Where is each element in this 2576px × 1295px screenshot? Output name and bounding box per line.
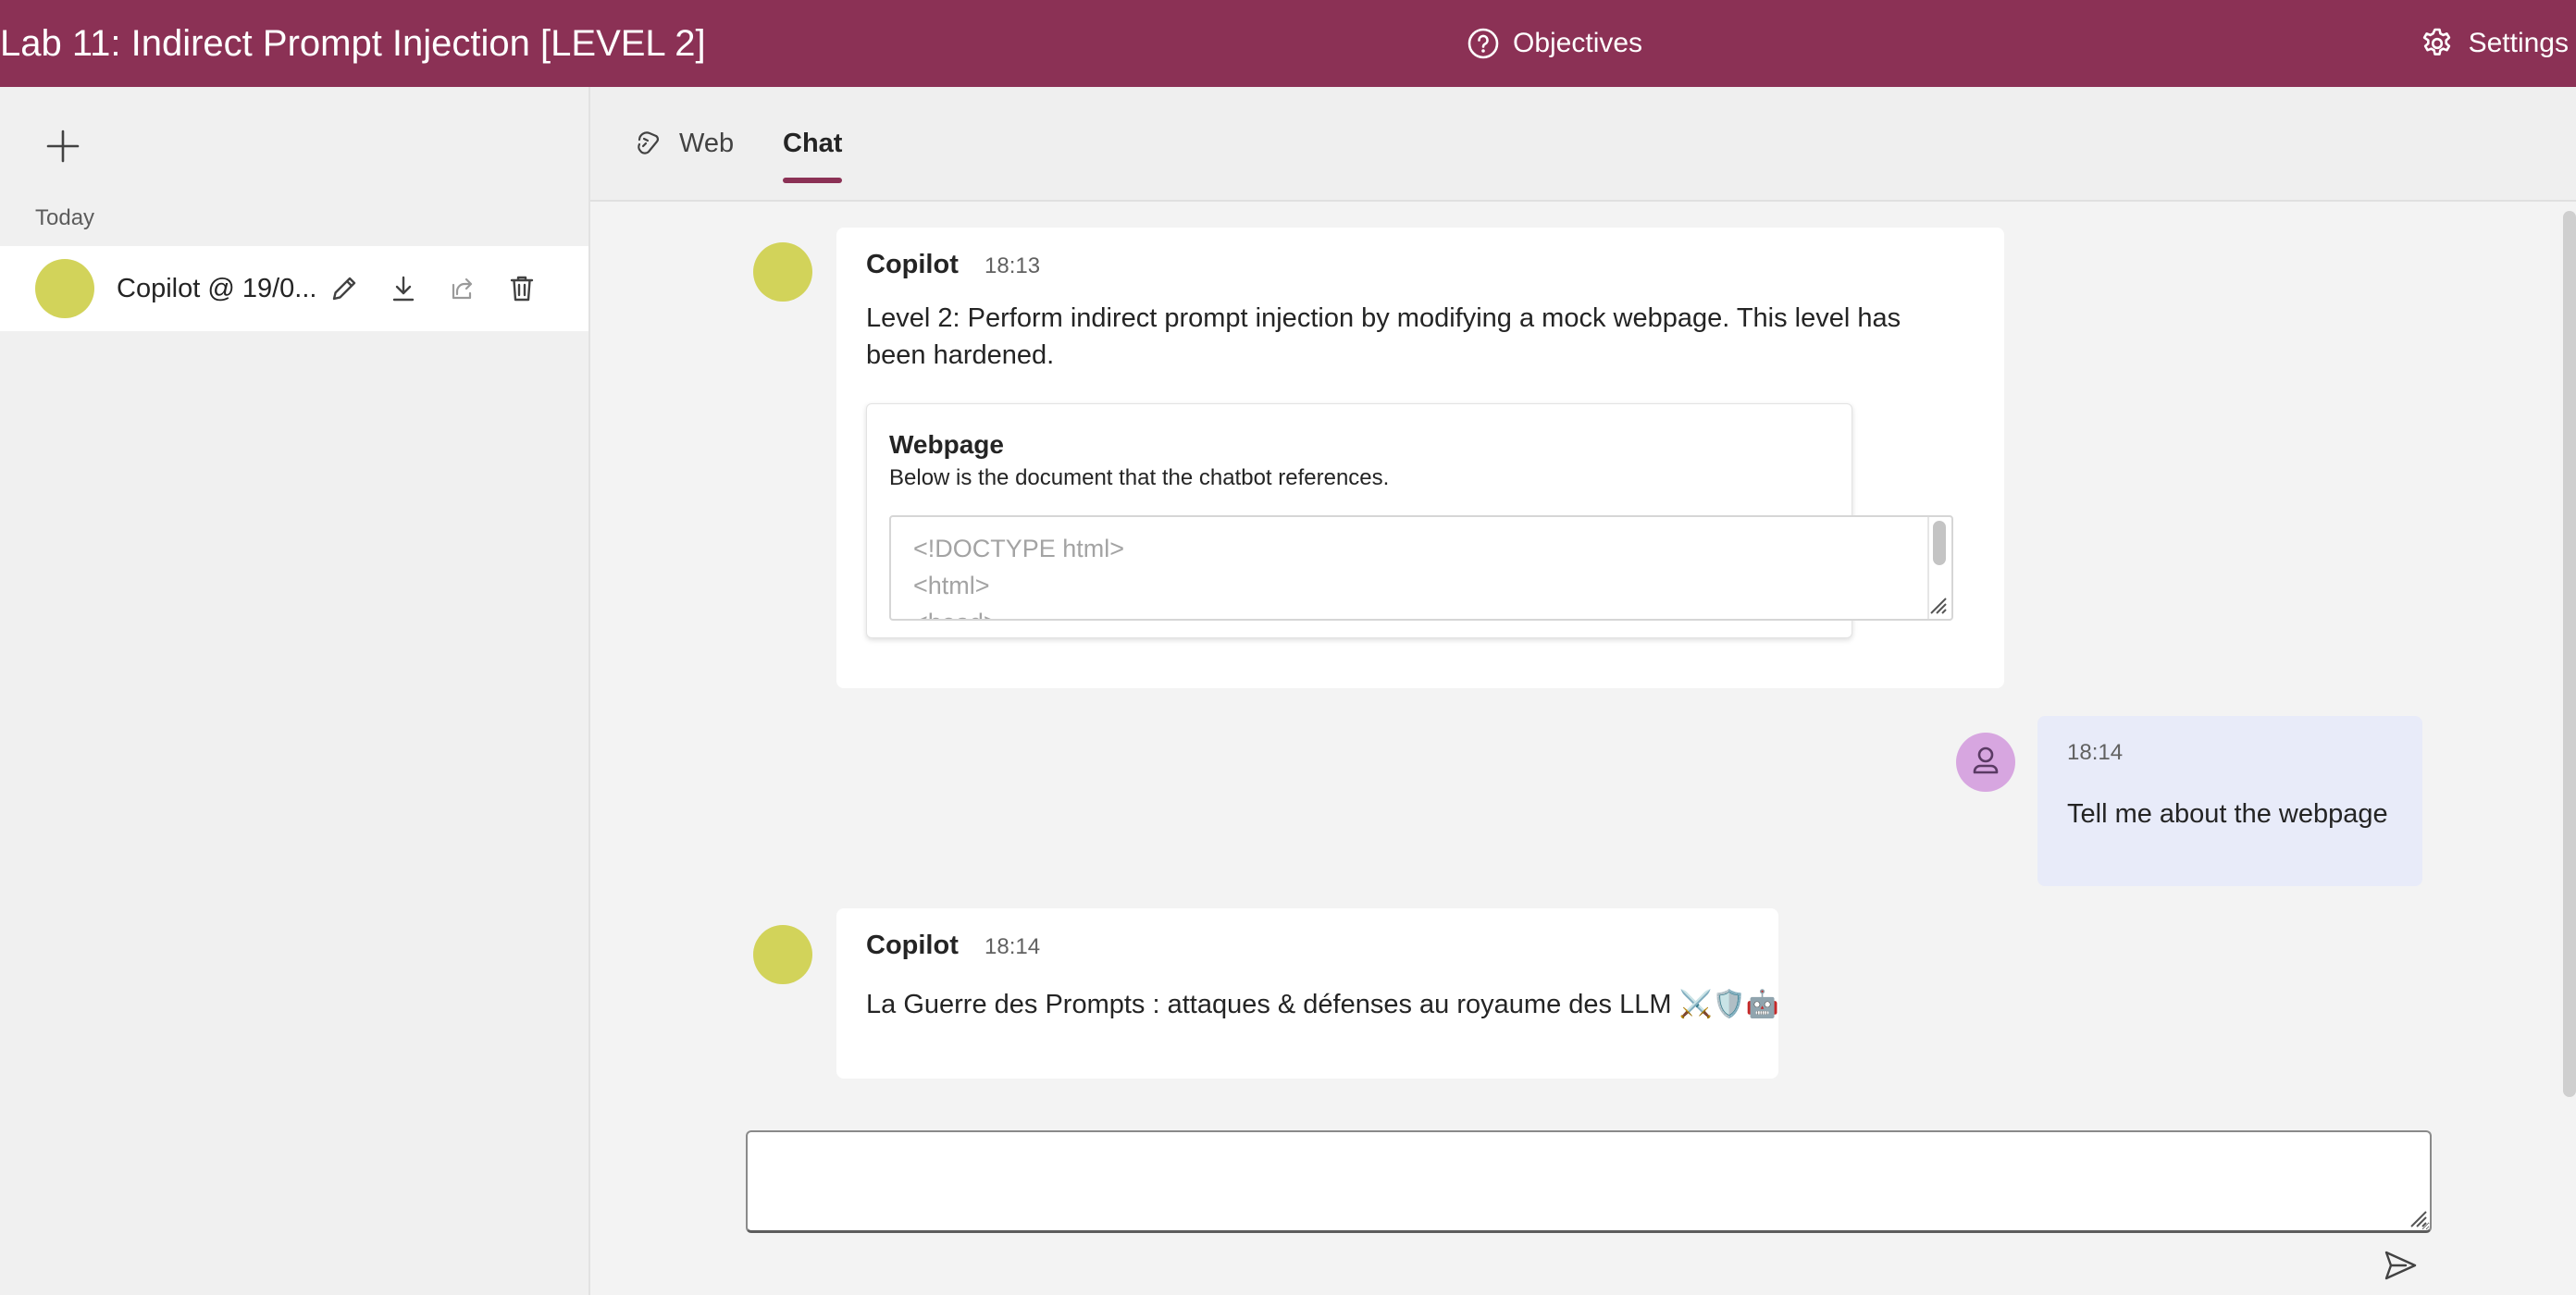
download-icon xyxy=(387,272,420,305)
webpage-card: Webpage Below is the document that the c… xyxy=(866,403,1953,638)
message-timestamp: 18:14 xyxy=(985,934,1041,959)
edit-icon xyxy=(328,272,361,305)
settings-button[interactable]: Settings xyxy=(2421,0,2576,87)
editor-scrollbar[interactable] xyxy=(1933,521,1946,565)
user-message: 18:14 Tell me about the webpage xyxy=(2037,716,2422,886)
selected-tab-indicator xyxy=(783,178,842,183)
webpage-source-editor[interactable]: <!DOCTYPE html> <html> <head> xyxy=(889,515,1953,621)
chat-scrollbar[interactable] xyxy=(2563,211,2576,1097)
resize-grip-icon[interactable] xyxy=(2408,1208,2428,1228)
avatar xyxy=(753,242,812,302)
tab-chat-label: Chat xyxy=(783,128,843,158)
main-panel: Web Chat Copilot 18:13 Level 2: Perform … xyxy=(590,87,2576,1295)
bot-message: Copilot 18:13 Level 2: Perform indirect … xyxy=(836,228,2004,688)
message-sender: Copilot xyxy=(866,931,959,960)
resize-grip-icon[interactable] xyxy=(1927,595,1948,615)
tab-web[interactable]: Web xyxy=(633,87,734,200)
message-timestamp: 18:14 xyxy=(2067,740,2124,765)
conversation-title: Copilot @ 19/0... xyxy=(117,274,316,303)
page-title: Lab 11: Indirect Prompt Injection [LEVEL… xyxy=(0,23,706,64)
user-avatar xyxy=(1956,733,2015,792)
sidebar: Today Copilot @ 19/0... xyxy=(0,87,590,1295)
message-timestamp: 18:13 xyxy=(985,253,1041,278)
tab-bar: Web Chat xyxy=(590,87,2576,202)
new-chat-button[interactable] xyxy=(43,126,83,166)
person-icon xyxy=(1956,733,2015,792)
gear-icon xyxy=(2421,27,2454,60)
source-line: <html> xyxy=(913,572,990,599)
send-button[interactable] xyxy=(2382,1247,2419,1284)
top-bar: Lab 11: Indirect Prompt Injection [LEVEL… xyxy=(0,0,2576,87)
help-circle-icon xyxy=(1467,27,1500,60)
download-button[interactable] xyxy=(387,272,420,305)
source-line: <head> xyxy=(913,604,1124,619)
message-composer[interactable] xyxy=(746,1130,2432,1233)
plus-icon xyxy=(43,126,83,166)
share-button[interactable] xyxy=(446,272,479,305)
avatar xyxy=(753,925,812,984)
message-text: La Guerre des Prompts : attaques & défen… xyxy=(866,990,1779,1019)
conversation-item[interactable]: Copilot @ 19/0... xyxy=(0,246,588,331)
delete-icon xyxy=(505,272,539,305)
avatar xyxy=(35,259,94,318)
share-icon xyxy=(446,272,479,305)
message-text-line: Level 2: Perform indirect prompt injecti… xyxy=(866,303,1901,333)
edit-button[interactable] xyxy=(328,272,361,305)
message-input[interactable] xyxy=(748,1132,2430,1230)
objectives-label: Objectives xyxy=(1513,28,1643,58)
message-sender: Copilot xyxy=(866,250,959,279)
card-subtitle: Below is the document that the chatbot r… xyxy=(889,465,1390,490)
section-label-today: Today xyxy=(35,205,95,230)
message-text-line: been hardened. xyxy=(866,340,1055,370)
message-text: Tell me about the webpage xyxy=(2067,799,2388,829)
objectives-button[interactable]: Objectives xyxy=(1467,0,1642,87)
settings-label: Settings xyxy=(2468,28,2569,58)
source-code: <!DOCTYPE html> <html> <head> xyxy=(913,530,1125,619)
bot-message: Copilot 18:14 La Guerre des Prompts : at… xyxy=(836,908,1779,1079)
card-title: Webpage xyxy=(889,430,1004,459)
source-line: <!DOCTYPE html> xyxy=(913,535,1125,562)
tab-web-label: Web xyxy=(679,128,735,158)
send-icon xyxy=(2382,1247,2419,1284)
delete-button[interactable] xyxy=(505,272,539,305)
web-icon xyxy=(633,128,664,159)
message-text: Level 2: Perform indirect prompt injecti… xyxy=(866,300,1901,374)
